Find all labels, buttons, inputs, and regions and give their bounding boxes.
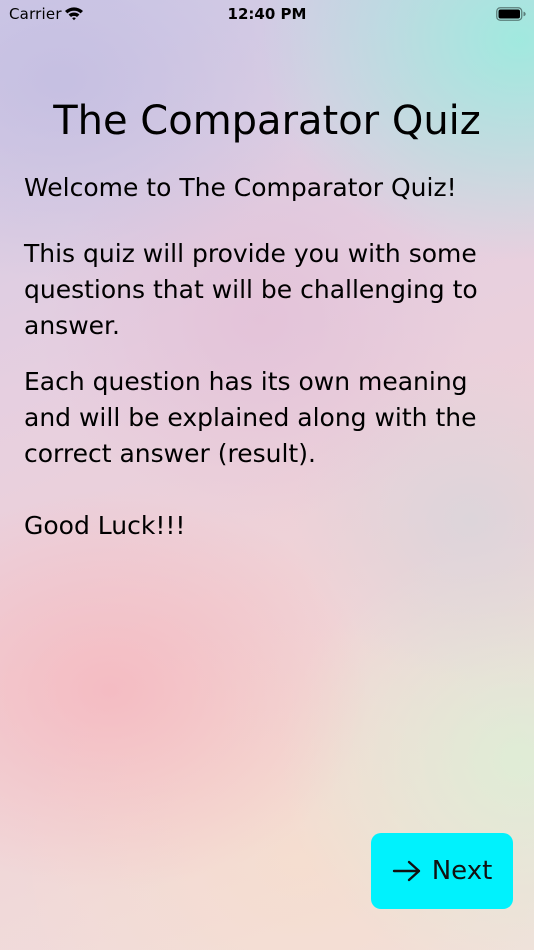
battery-icon xyxy=(496,7,526,21)
intro-text: This quiz will provide you with some que… xyxy=(24,239,478,340)
detail-text: Each question has its own meaning and wi… xyxy=(24,367,477,468)
arrow-right-icon xyxy=(392,860,420,882)
status-bar: Carrier 12:40 PM xyxy=(0,0,534,28)
next-button-label: Next xyxy=(431,856,493,886)
clock-time: 12:40 PM xyxy=(227,5,307,23)
closing-text: Good Luck!!! xyxy=(24,511,186,540)
page-title: The Comparator Quiz xyxy=(53,97,481,144)
intro-content: Welcome to The Comparator Quiz! This qui… xyxy=(24,170,514,544)
next-button[interactable]: Next xyxy=(371,833,513,909)
welcome-text: Welcome to The Comparator Quiz! xyxy=(24,173,457,202)
